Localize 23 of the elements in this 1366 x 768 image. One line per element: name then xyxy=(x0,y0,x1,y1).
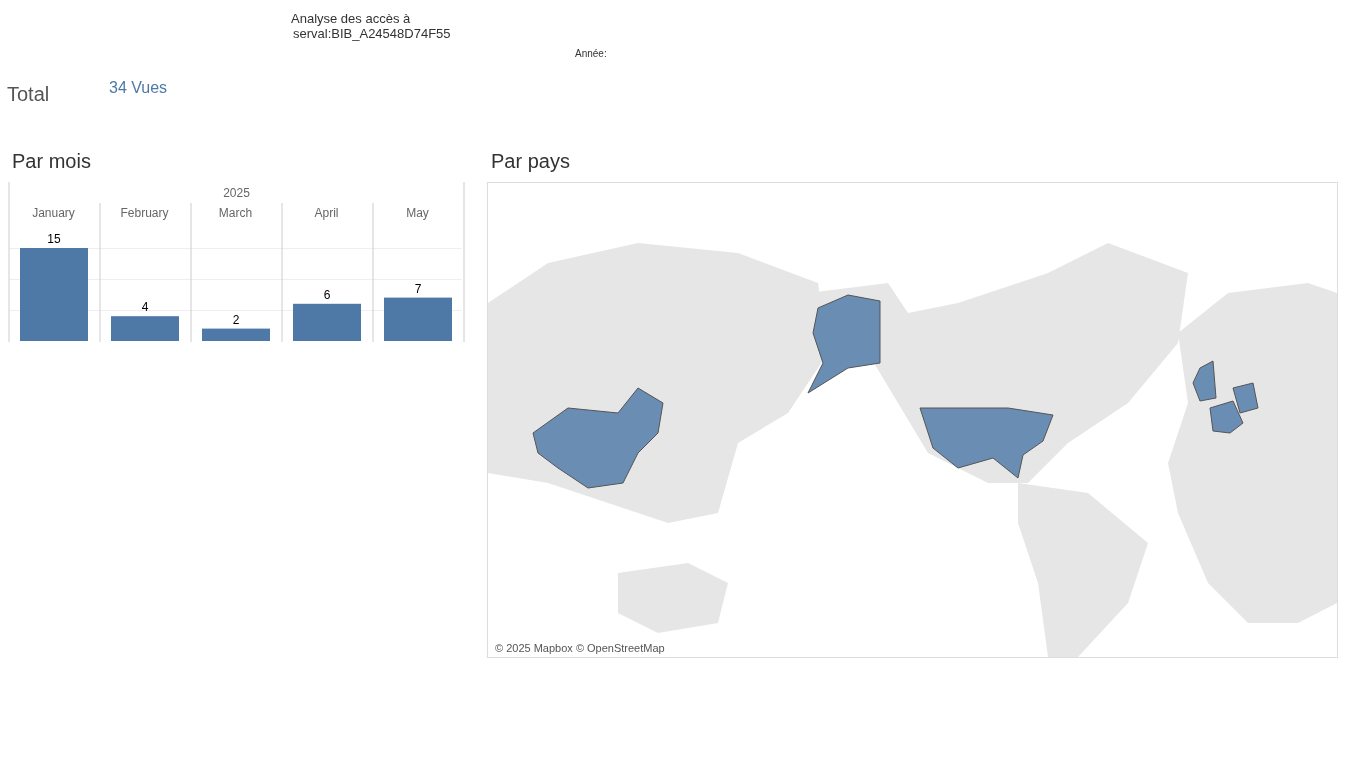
total-label: Total xyxy=(7,82,51,107)
bar-value-label: 6 xyxy=(323,287,331,302)
bar-value-label: 15 xyxy=(47,232,61,246)
month-label: May xyxy=(406,206,429,220)
bar[interactable] xyxy=(111,316,179,341)
section-title: Par mois xyxy=(11,149,91,174)
year-filter-label: Année: xyxy=(575,48,607,60)
month-label: April xyxy=(314,206,339,220)
bar-value-label: 7 xyxy=(414,281,422,296)
report-subtitle: serval:BIB_A24548D74F55 xyxy=(292,26,451,41)
month-label: February xyxy=(120,206,169,220)
bar-value-label: 4 xyxy=(141,300,149,315)
total-value: 34 Vues xyxy=(109,78,168,98)
world-map[interactable]: © 2025 Mapbox © OpenStreetMap xyxy=(487,182,1338,658)
section-title: Par pays xyxy=(490,149,570,174)
report-title: Analyse des accès à xyxy=(291,11,411,26)
month-label: January xyxy=(32,206,75,220)
bar[interactable] xyxy=(384,297,452,341)
bar[interactable] xyxy=(293,303,361,341)
chart-title: 2025 xyxy=(223,186,250,200)
month-label: March xyxy=(218,206,253,220)
bar[interactable] xyxy=(202,328,270,341)
bar-value-label: 2 xyxy=(232,312,240,327)
